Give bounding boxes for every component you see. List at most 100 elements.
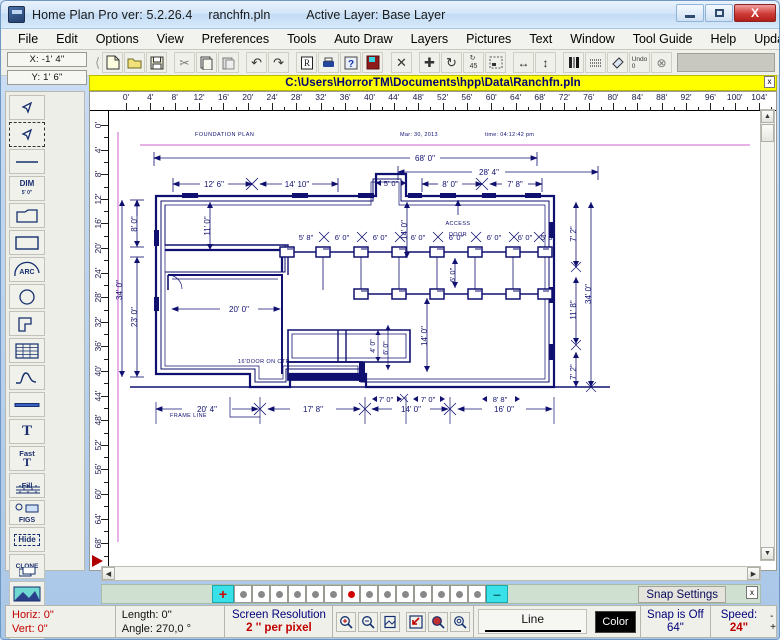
pan-arrow-icon[interactable] [406,611,427,632]
layer-dot-cell[interactable] [270,585,288,603]
select-region-icon[interactable] [485,52,506,73]
add-layer-button[interactable]: + [212,585,234,603]
fit-page-icon[interactable] [380,611,401,632]
print-icon[interactable] [318,52,340,73]
paste-icon[interactable] [218,52,240,73]
rotate-icon[interactable]: ↻ [441,52,462,73]
menu-tools[interactable]: Tools [278,30,325,48]
maximize-button[interactable] [705,4,733,22]
open-folder-icon[interactable] [124,52,146,73]
hide-tool[interactable]: Hide [9,527,45,552]
arc-tool[interactable]: ARC [9,257,45,282]
close-button[interactable]: X [734,4,776,22]
scroll-right-icon[interactable]: ▶ [747,567,760,580]
layer-dot-cell[interactable] [288,585,306,603]
menu-text[interactable]: Text [520,30,561,48]
menu-layers[interactable]: Layers [402,30,458,48]
window-grid-tool[interactable] [9,338,45,363]
redo-icon[interactable]: ↷ [268,52,290,73]
menu-window[interactable]: Window [561,30,623,48]
rectangle-tool[interactable] [9,230,45,255]
curve-tool[interactable] [9,365,45,390]
menu-help[interactable]: Help [701,30,745,48]
wall-tool[interactable] [9,203,45,228]
menu-view[interactable]: View [148,30,193,48]
select-box-arrow-tool[interactable] [9,122,45,147]
figures-tool[interactable]: FIGS [9,500,45,525]
lines-icon[interactable] [585,52,606,73]
vertical-scroll-thumb[interactable] [761,124,774,142]
move-icon[interactable]: ✚ [419,52,440,73]
menu-auto-draw[interactable]: Auto Draw [325,30,401,48]
layer-dot-cell[interactable] [468,585,486,603]
horizontal-scrollbar[interactable]: ◀ ▶ [101,566,761,581]
layer-dot-cell[interactable] [306,585,324,603]
path-bar-close-icon[interactable]: x [764,76,775,88]
layer-dot-cell[interactable] [360,585,378,603]
zoom-out-icon[interactable] [358,611,379,632]
gradient-tool[interactable] [9,581,45,606]
paint-icon[interactable] [607,52,628,73]
delete-x-icon[interactable]: ✕ [391,52,412,73]
clone-tool[interactable]: CLONE [9,554,45,579]
no-redo-icon[interactable]: ⊗ [651,52,672,73]
circle-tool[interactable] [9,284,45,309]
menu-file[interactable]: File [9,30,47,48]
fast-text-tool[interactable]: Fast T [9,446,45,471]
new-file-icon[interactable] [102,52,124,73]
drawing-canvas[interactable]: 0' 4' 8' 12' 16' 20' 24' 28' 32' 36' 40' 44' 48' 52' 5… [89,91,777,571]
snap-settings-button[interactable]: Snap Settings [638,586,726,603]
menu-pictures[interactable]: Pictures [457,30,520,48]
snap-status-cell[interactable]: Snap is Off 64" [639,606,711,637]
print-preview-icon[interactable]: R [296,52,318,73]
layer-dot-cell[interactable] [252,585,270,603]
scroll-left-icon[interactable]: ◀ [102,567,115,580]
menu-edit[interactable]: Edit [47,30,87,48]
remove-layer-button[interactable]: – [486,585,508,603]
layer-dot-cell[interactable] [414,585,432,603]
layer-dot-cell[interactable] [450,585,468,603]
zoom-in-icon[interactable] [336,611,357,632]
layer-dot-cell[interactable] [234,585,252,603]
floor-plan-drawing[interactable]: FOUNDATION PLAN Mar: 30, 2013 time: 04:1… [110,112,776,570]
cut-scissors-icon[interactable]: ✂ [174,52,196,73]
layer-dot-cell[interactable] [342,585,360,603]
help-icon[interactable]: ? [340,52,362,73]
horizontal-resize-icon[interactable]: ↔ [513,52,534,73]
vertical-scrollbar[interactable]: ▲ ▼ [760,109,775,561]
double-line-tool[interactable] [9,392,45,417]
dot-bar-close-icon[interactable]: x [746,586,758,599]
menu-updates[interactable]: Updates [745,30,779,48]
text-tool[interactable]: T [9,419,45,444]
zoom-window-icon[interactable] [428,611,449,632]
copy-icon[interactable] [196,52,218,73]
layer-dot-cell[interactable] [432,585,450,603]
rotate-45-icon[interactable]: ↻ 45 [463,52,484,73]
speed-decrease-button[interactable]: - [770,611,776,622]
layer-dot-cell[interactable] [378,585,396,603]
toolbar-collapse-icon[interactable]: ⟨ [95,55,100,71]
menu-options[interactable]: Options [87,30,148,48]
undo-zero-icon[interactable]: Undo 0 [629,52,650,73]
select-arrow-tool[interactable] [9,95,45,120]
fill-tool[interactable]: Fill [9,473,45,498]
menu-tool-guide[interactable]: Tool Guide [624,30,702,48]
line-style-selector[interactable]: Line [478,609,587,634]
minimize-button[interactable] [676,4,704,22]
scroll-up-icon[interactable]: ▲ [761,110,774,123]
scroll-down-icon[interactable]: ▼ [761,547,774,560]
door-icon[interactable] [362,52,384,73]
polyline-tool[interactable] [9,311,45,336]
column-icon[interactable] [563,52,584,73]
vertical-resize-icon[interactable]: ↕ [535,52,556,73]
zoom-all-icon[interactable] [450,611,471,632]
undo-icon[interactable]: ↶ [246,52,268,73]
dimension-tool[interactable]: DIM 5' 0" [9,176,45,201]
line-tool[interactable] [9,149,45,174]
save-disk-icon[interactable] [146,52,168,73]
speed-increase-button[interactable]: + [770,622,776,633]
menu-preferences[interactable]: Preferences [193,30,278,48]
layer-dot-cell[interactable] [324,585,342,603]
color-button[interactable]: Color [594,611,636,633]
layer-dot-cell[interactable] [396,585,414,603]
